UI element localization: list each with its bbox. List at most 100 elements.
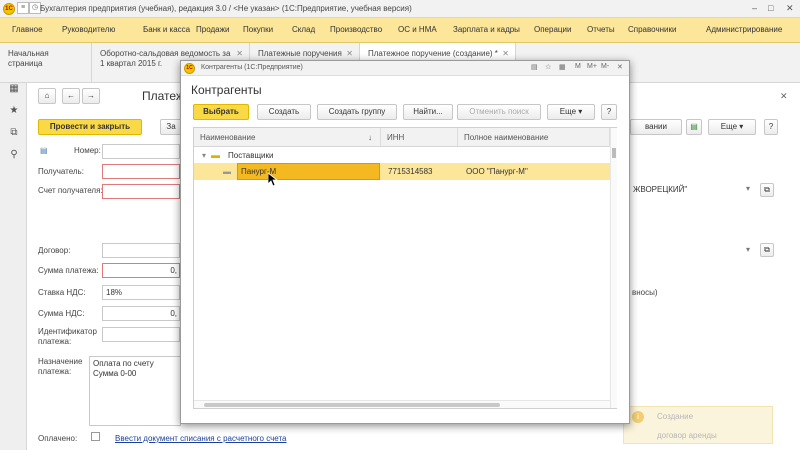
purpose-label: Назначение платежа:: [38, 357, 83, 376]
vertical-scrollbar[interactable]: [610, 128, 617, 408]
close-tab-icon[interactable]: ✕: [346, 49, 353, 59]
section-manager[interactable]: Руководителю: [62, 25, 115, 34]
open-icon[interactable]: ⧉: [760, 183, 774, 197]
contract-open-icon[interactable]: ⧉: [760, 243, 774, 257]
tab-payment-order-new-label: Платежное поручение (создание) *: [368, 49, 498, 58]
close-window-icon[interactable]: ✕: [786, 3, 794, 14]
section-reports[interactable]: Отчеты: [587, 25, 615, 34]
amount-label: Сумма платежа:: [38, 266, 99, 275]
section-assets[interactable]: ОС и НМА: [398, 25, 437, 34]
horizontal-scrollbar[interactable]: [194, 400, 610, 408]
section-operations[interactable]: Операции: [534, 25, 571, 34]
left-panel: ▦ ★ ⧉ ⚲: [0, 83, 27, 450]
section-catalogs[interactable]: Справочники: [628, 25, 676, 34]
back-button[interactable]: ←: [62, 88, 80, 104]
dialog-close-icon[interactable]: ✕: [617, 63, 623, 71]
section-admin[interactable]: Администрирование: [706, 25, 782, 34]
tab-home[interactable]: Начальная страница: [0, 43, 92, 83]
column-header-name-label: Наименование: [200, 133, 256, 142]
section-warehouse[interactable]: Склад: [292, 25, 315, 34]
group-expand-icon[interactable]: ▾: [202, 151, 206, 160]
dialog-help-button[interactable]: ?: [601, 104, 617, 120]
section-production[interactable]: Производство: [330, 25, 382, 34]
item-icon: ▬: [223, 167, 231, 176]
horizontal-scroll-thumb[interactable]: [204, 403, 500, 407]
select-button[interactable]: Выбрать: [193, 104, 249, 120]
write-button[interactable]: За: [160, 119, 182, 135]
recipient-name-display: ЖВОРЕЦКИЙ": [630, 183, 756, 198]
row-inn[interactable]: 7715314583: [388, 167, 433, 176]
memory-mminus-icon[interactable]: M-: [601, 63, 609, 70]
close-tab-icon[interactable]: ✕: [236, 49, 243, 59]
tab-home-label: Начальная страница: [8, 49, 49, 68]
memory-mplus-icon[interactable]: M+: [587, 63, 597, 70]
section-purchases[interactable]: Покупки: [243, 25, 273, 34]
recipient-field[interactable]: [102, 164, 180, 179]
section-payroll[interactable]: Зарплата и кадры: [453, 25, 520, 34]
counterparties-dialog: 1С Контрагенты (1С:Предприятие) ▤ ☆ ▦ M …: [180, 60, 630, 424]
close-tab-icon[interactable]: ✕: [502, 49, 509, 59]
window-title: Бухгалтерия предприятия (учебная), редак…: [40, 4, 412, 13]
history-icon[interactable]: ⧉: [8, 127, 20, 138]
find-button[interactable]: Найти...: [403, 104, 453, 120]
enter-writeoff-link[interactable]: Ввести документ списания с расчетного сч…: [115, 434, 286, 443]
paid-label: Оплачено:: [38, 434, 78, 443]
number-label: Номер:: [74, 146, 101, 155]
maximize-icon[interactable]: □: [768, 3, 773, 13]
forward-button[interactable]: →: [82, 88, 100, 104]
memory-m-icon[interactable]: M: [575, 63, 581, 70]
section-sales[interactable]: Продажи: [196, 25, 229, 34]
vat-amount-field[interactable]: 0,: [102, 306, 180, 321]
column-header-fullname[interactable]: Полное наименование: [458, 128, 610, 147]
recipient-account-field[interactable]: [102, 184, 180, 199]
document-icon[interactable]: ▤: [686, 119, 702, 135]
column-header-inn[interactable]: ИНН: [381, 128, 458, 147]
vertical-scroll-thumb[interactable]: [612, 148, 616, 158]
menu-icon[interactable]: ≡: [17, 2, 29, 14]
column-header-name[interactable]: Наименование ↓: [194, 128, 381, 147]
star-icon[interactable]: ★: [8, 105, 20, 116]
create-group-button[interactable]: Создать группу: [317, 104, 397, 120]
dialog-more-button[interactable]: Еще ▾: [547, 104, 595, 120]
dialog-heading: Контрагенты: [191, 83, 262, 97]
cancel-search-button[interactable]: Отменить поиск: [457, 104, 541, 120]
number-field[interactable]: [102, 144, 180, 159]
vat-rate-label: Ставка НДС:: [38, 288, 86, 297]
paid-checkbox[interactable]: [91, 432, 100, 441]
help-button[interactable]: ?: [764, 119, 778, 135]
purpose-line-1: Оплата по счету: [93, 359, 154, 368]
row-fullname[interactable]: ООО "Панург-М": [466, 167, 528, 176]
close-form-icon[interactable]: ✕: [780, 91, 788, 102]
amount-field[interactable]: 0,: [102, 263, 180, 278]
purpose-line-2: Сумма 0-00: [93, 369, 137, 378]
notification-popup[interactable]: i Создание договор аренды: [623, 406, 773, 444]
purpose-field[interactable]: Оплата по счету Сумма 0-00: [89, 356, 181, 426]
more-button[interactable]: Еще ▾: [708, 119, 756, 135]
contract-dropdown-icon[interactable]: ▾: [746, 245, 750, 254]
right-note: вносы): [632, 288, 658, 297]
vat-amount-label: Сумма НДС:: [38, 309, 85, 318]
dialog-doc-icon[interactable]: ▤: [531, 63, 538, 71]
dialog-window-title: Контрагенты (1С:Предприятие): [201, 64, 303, 71]
search-icon[interactable]: ⚲: [8, 149, 20, 160]
minimize-icon[interactable]: –: [752, 3, 757, 13]
section-bank[interactable]: Банк и касса: [143, 25, 190, 34]
vat-rate-field[interactable]: 18%: [102, 285, 180, 300]
section-main[interactable]: Главное: [12, 25, 43, 34]
payment-id-field[interactable]: [102, 327, 180, 342]
home-button[interactable]: ⌂: [38, 88, 56, 104]
based-on-button[interactable]: вании: [630, 119, 682, 135]
create-button[interactable]: Создать: [257, 104, 311, 120]
counterparties-table: Наименование ↓ ИНН Полное наименование ▾ …: [193, 127, 617, 409]
group-row[interactable]: Поставщики: [228, 151, 274, 160]
grid-icon[interactable]: ▦: [8, 83, 20, 94]
dialog-more-label: Еще: [559, 107, 577, 116]
post-close-button[interactable]: Провести и закрыть: [38, 119, 142, 135]
dropdown-icon[interactable]: ▾: [746, 184, 750, 193]
contract-field[interactable]: [102, 243, 180, 258]
dialog-grid-icon[interactable]: ▦: [559, 63, 566, 71]
dialog-star-icon[interactable]: ☆: [545, 63, 551, 71]
tab-payment-orders-label: Платежные поручения: [258, 49, 342, 58]
recipient-label: Получатель:: [38, 167, 84, 176]
sort-arrow-icon: ↓: [368, 133, 372, 142]
